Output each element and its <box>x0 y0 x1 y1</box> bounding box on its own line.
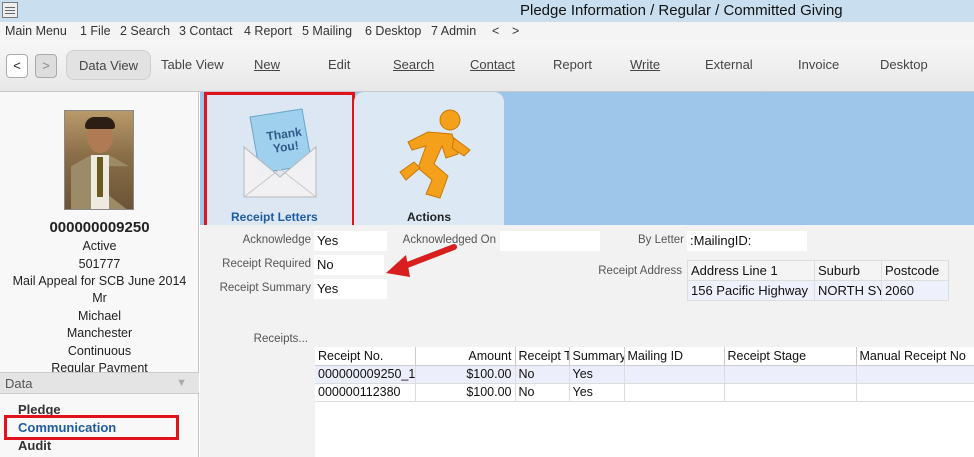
title-bar: Pledge Information / Regular / Committed… <box>0 0 974 22</box>
address-suburb: NORTH SYDNEY <box>814 280 882 301</box>
collapse-triangle-icon[interactable]: ▼ <box>176 377 187 389</box>
col-receipt-stage[interactable]: Receipt Stage <box>724 347 857 366</box>
address-col-line1: Address Line 1 <box>687 260 815 281</box>
receipt-no: 000000009250_1 <box>315 365 416 384</box>
red-arrow-icon <box>386 244 457 277</box>
receipt-manual-no <box>856 383 974 402</box>
address-col-suburb: Suburb <box>814 260 882 281</box>
by-letter-field[interactable]: :MailingID: <box>687 231 807 251</box>
contact-number: 501777 <box>78 257 121 271</box>
col-amount[interactable]: Amount <box>415 347 516 366</box>
search-button[interactable]: Search <box>393 57 434 72</box>
report-button[interactable]: Report <box>553 57 592 72</box>
external-button[interactable]: External <box>705 57 753 72</box>
data-section-label: Data <box>5 376 33 391</box>
menu-contact[interactable]: 3 Contact <box>179 24 233 38</box>
menu-file[interactable]: 1 File <box>80 24 111 38</box>
address-row[interactable]: 156 Pacific Highway NORTH SYDNEY 2060 <box>687 280 949 301</box>
receipt-required-label: Receipt Required <box>222 258 311 270</box>
menu-report[interactable]: 4 Report <box>244 24 292 38</box>
menu-forward[interactable]: > <box>512 24 519 38</box>
receipt-amount: $100.00 <box>415 365 516 384</box>
receipt-address-table: Address Line 1 Suburb Postcode 156 Pacif… <box>687 260 949 301</box>
col-mailing-id[interactable]: Mailing ID <box>624 347 725 366</box>
by-letter-label: By Letter <box>637 234 684 246</box>
forward-button[interactable]: > <box>35 54 57 78</box>
col-manual-receipt-no[interactable]: Manual Receipt No <box>856 347 974 366</box>
col-summary[interactable]: Summary <box>569 347 625 366</box>
menu-desktop[interactable]: 6 Desktop <box>365 24 421 38</box>
data-view-button[interactable]: Data View <box>66 50 152 80</box>
running-man-icon <box>399 109 471 199</box>
contact-button[interactable]: Contact <box>470 57 515 72</box>
tab-actions-label: Actions <box>407 210 452 224</box>
receipt-amount: $100.00 <box>415 383 516 402</box>
contact-title: Mr <box>92 291 107 305</box>
menu-search[interactable]: 2 Search <box>120 24 170 38</box>
nav-item-communication[interactable]: Communication <box>18 420 116 435</box>
receipt-manual-no <box>856 365 974 384</box>
contact-frequency: Continuous <box>67 344 132 358</box>
address-postcode: 2060 <box>881 280 949 301</box>
tab-actions[interactable]: Actions <box>354 92 504 225</box>
toolbar: < > Data View Table View New Edit Search… <box>0 40 974 92</box>
acknowledge-label: Acknowledge <box>242 234 311 246</box>
contact-appeal: Mail Appeal for SCB June 2014 <box>12 274 187 288</box>
desktop-button[interactable]: Desktop <box>880 57 928 72</box>
write-button[interactable]: Write <box>630 57 660 72</box>
receipt-type: No <box>515 383 570 402</box>
col-receipt-no[interactable]: Receipt No. <box>315 347 416 366</box>
menu-main[interactable]: Main Menu <box>5 24 67 38</box>
contact-city: Manchester <box>66 326 133 340</box>
contact-status: Active <box>82 239 117 253</box>
acknowledged-on-field[interactable] <box>500 231 600 251</box>
contact-photo <box>64 110 134 210</box>
edit-button[interactable]: Edit <box>328 57 350 72</box>
data-section-header[interactable]: Data ▼ <box>0 372 199 394</box>
receipts-table: Receipt No. Amount Receipt Type Summary … <box>315 347 974 457</box>
receipt-stage <box>724 383 857 402</box>
receipt-no: 000000112380 <box>315 383 416 402</box>
receipt-summary: Yes <box>569 383 625 402</box>
receipt-required-field[interactable]: No <box>314 255 384 275</box>
table-row[interactable]: 000000009250_1 $100.00 No Yes <box>315 365 974 384</box>
contact-sidebar: 000000009250 Active 501777 Mail Appeal f… <box>0 92 199 457</box>
address-line1: 156 Pacific Highway <box>687 280 815 301</box>
menu-mailing[interactable]: 5 Mailing <box>302 24 352 38</box>
window-title: Pledge Information / Regular / Committed… <box>520 2 843 19</box>
receipts-header-row: Receipt No. Amount Receipt Type Summary … <box>315 347 974 366</box>
table-view-button[interactable]: Table View <box>161 57 224 72</box>
address-col-postcode: Postcode <box>881 260 949 281</box>
receipt-mailing-id <box>624 383 725 402</box>
table-row[interactable]: 000000112380 $100.00 No Yes <box>315 383 974 402</box>
receipt-type: No <box>515 365 570 384</box>
acknowledge-field[interactable]: Yes <box>314 231 387 251</box>
invoice-button[interactable]: Invoice <box>798 57 839 72</box>
menu-back[interactable]: < <box>492 24 499 38</box>
receipt-mailing-id <box>624 365 725 384</box>
menu-bar: Main Menu 1 File 2 Search 3 Contact 4 Re… <box>0 22 974 40</box>
menu-admin[interactable]: 7 Admin <box>431 24 476 38</box>
receipt-summary-label: Receipt Summary <box>219 282 311 294</box>
new-button[interactable]: New <box>254 57 280 72</box>
col-receipt-type[interactable]: Receipt Type <box>515 347 570 366</box>
receipt-letters-highlight <box>204 92 355 228</box>
receipt-summary-field[interactable]: Yes <box>314 279 387 299</box>
contact-id: 000000009250 <box>49 219 150 236</box>
receipts-label: Receipts... <box>253 333 308 345</box>
address-header-row: Address Line 1 Suburb Postcode <box>687 260 949 281</box>
app-menu-icon[interactable] <box>2 2 18 18</box>
receipt-summary: Yes <box>569 365 625 384</box>
receipt-address-label: Receipt Address <box>598 265 682 277</box>
receipt-stage <box>724 365 857 384</box>
back-button[interactable]: < <box>6 54 28 78</box>
contact-first-name: Michael <box>77 309 122 323</box>
nav-item-audit[interactable]: Audit <box>18 438 51 453</box>
